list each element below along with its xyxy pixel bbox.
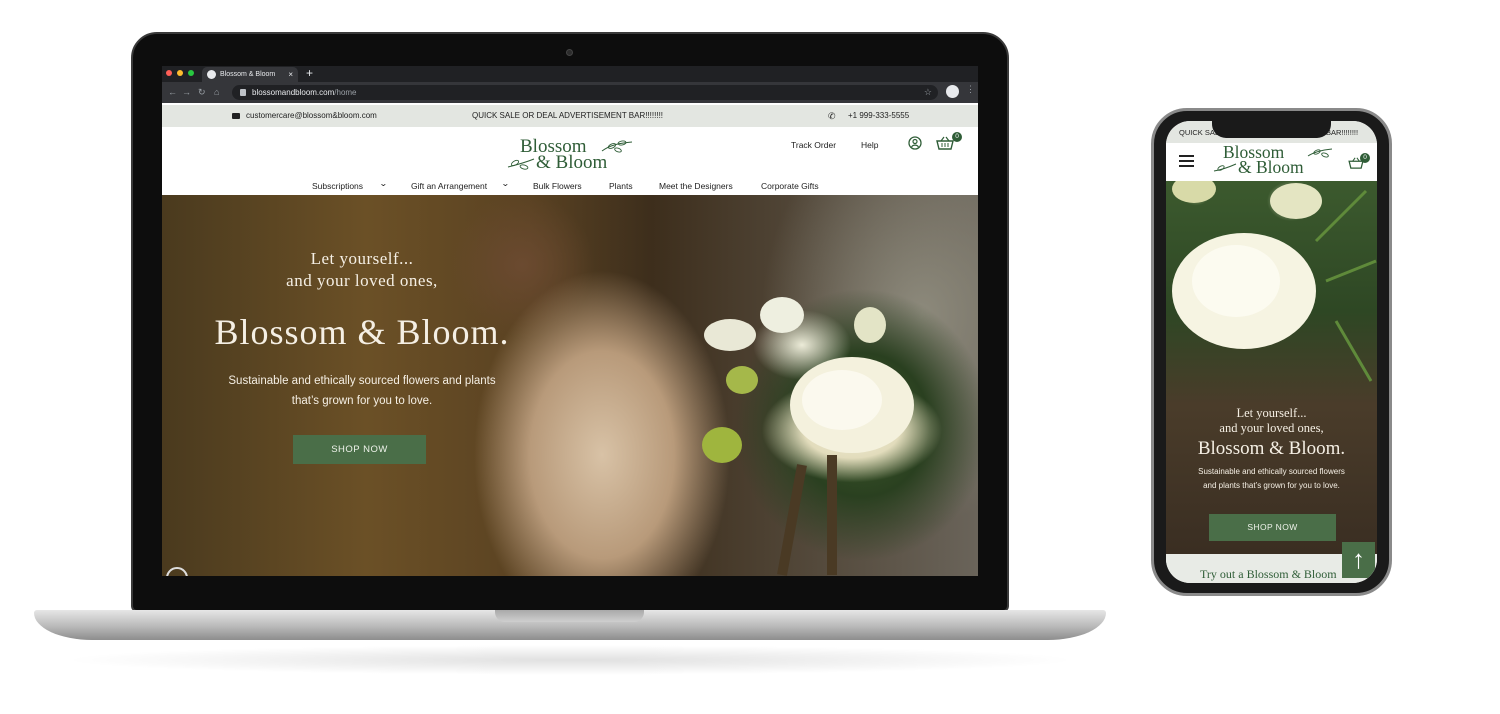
hero-flowers-image bbox=[702, 297, 914, 576]
tab-title: Blossom & Bloom bbox=[220, 71, 276, 78]
cart-count-badge: 0 bbox=[952, 132, 962, 142]
promo-text: QUICK SALE OR DEAL ADVERTISEMENT BAR!!!!… bbox=[472, 111, 664, 120]
contact-phone[interactable]: +1 999-333-5555 bbox=[848, 105, 909, 127]
url-path: /home bbox=[334, 88, 357, 97]
mobile-hero-tagline-line-2: and your loved ones, bbox=[1219, 421, 1324, 435]
account-icon[interactable] bbox=[908, 136, 922, 150]
phone-screen: QUICK SALE OR DEAL ADVERTISEMENT BAR!!!!… bbox=[1166, 121, 1377, 583]
mobile-brand-logo[interactable]: Blossom & Bloom bbox=[1212, 143, 1336, 180]
address-bar[interactable]: blossomandbloom.com/home ☆ bbox=[232, 85, 938, 100]
cart-count-badge: 0 bbox=[1360, 153, 1370, 163]
browser-menu-icon[interactable]: ⋮ bbox=[966, 84, 975, 95]
nav-meet-designers[interactable]: Meet the Designers bbox=[659, 181, 733, 191]
contact-email[interactable]: customercare@blossom&bloom.com bbox=[246, 105, 377, 127]
mobile-hero-title: Blossom & Bloom. bbox=[1197, 438, 1346, 459]
mobile-hero-banner: Let yourself... and your loved ones, Blo… bbox=[1166, 181, 1377, 554]
mockup-stage: Blossom & Bloom × + ← → ↻ ⌂ blossomandbl… bbox=[0, 0, 1500, 714]
nav-corporate-gifts[interactable]: Corporate Gifts bbox=[761, 181, 819, 191]
help-link[interactable]: Help bbox=[861, 140, 878, 150]
close-window-button[interactable] bbox=[166, 70, 172, 76]
envelope-icon bbox=[232, 113, 240, 119]
mobile-hero-flowers-image bbox=[1172, 181, 1377, 382]
nav-subscriptions[interactable]: Subscriptions bbox=[312, 181, 363, 191]
back-arrow-icon[interactable]: ← bbox=[168, 86, 177, 98]
leaf-sprig-icon bbox=[1307, 148, 1333, 158]
chevron-down-icon[interactable]: ⌄ bbox=[501, 179, 510, 188]
nav-bulk-flowers[interactable]: Bulk Flowers bbox=[533, 181, 582, 191]
hero-subtitle: Sustainable and ethically sourced flower… bbox=[228, 375, 496, 407]
tab-close-icon[interactable]: × bbox=[288, 67, 293, 82]
laptop-hinge-notch bbox=[495, 610, 644, 622]
mobile-section-heading: Try out a Blossom & Bloom bbox=[1200, 567, 1337, 581]
laptop-screen: Blossom & Bloom × + ← → ↻ ⌂ blossomandbl… bbox=[162, 66, 978, 576]
shop-now-button[interactable]: SHOP NOW bbox=[293, 435, 426, 464]
bookmark-star-icon[interactable]: ☆ bbox=[924, 85, 932, 100]
mobile-shop-now-button[interactable]: SHOP NOW bbox=[1209, 514, 1336, 541]
browser-tab[interactable]: Blossom & Bloom × bbox=[202, 67, 298, 82]
hero-banner: Let yourself... and your loved ones, Blo… bbox=[162, 195, 978, 576]
logo-line-2: & Bloom bbox=[1238, 157, 1304, 177]
laptop-camera bbox=[566, 49, 573, 56]
leaf-sprig-icon bbox=[1213, 163, 1237, 172]
maximize-window-button[interactable] bbox=[188, 70, 194, 76]
phone-notch bbox=[1212, 118, 1331, 138]
leaf-sprig-icon bbox=[601, 140, 633, 153]
browser-toolbar: ← → ↻ ⌂ blossomandbloom.com/home ☆ ⋮ bbox=[162, 82, 978, 103]
scroll-to-top-button[interactable]: ↑ bbox=[1342, 542, 1375, 578]
mobile-hero-tagline-line-1: Let yourself... bbox=[1236, 406, 1307, 420]
accessibility-icon[interactable] bbox=[166, 567, 188, 576]
new-tab-button[interactable]: + bbox=[306, 66, 313, 81]
favicon-icon bbox=[207, 70, 216, 79]
phone-icon: ✆ bbox=[828, 111, 836, 121]
laptop-shadow bbox=[60, 645, 1080, 675]
chevron-down-icon[interactable]: ⌄ bbox=[379, 179, 388, 188]
browser-tabbar: Blossom & Bloom × + bbox=[162, 66, 978, 82]
profile-avatar[interactable] bbox=[946, 85, 959, 98]
brand-logo[interactable]: Blossom & Bloom bbox=[506, 137, 636, 173]
nav-plants[interactable]: Plants bbox=[609, 181, 633, 191]
mobile-header: Blossom & Bloom 0 bbox=[1166, 143, 1377, 181]
main-nav: Subscriptions ⌄ Gift an Arrangement ⌄ Bu… bbox=[162, 179, 978, 195]
lock-icon bbox=[240, 89, 246, 96]
announcement-bar: customercare@blossom&bloom.com QUICK SAL… bbox=[162, 105, 978, 127]
home-icon[interactable]: ⌂ bbox=[214, 86, 219, 98]
minimize-window-button[interactable] bbox=[177, 70, 183, 76]
track-order-link[interactable]: Track Order bbox=[791, 140, 836, 150]
mobile-hero-subtitle: Sustainable and ethically sourced flower… bbox=[1198, 467, 1345, 490]
hero-tagline-line-1: Let yourself... bbox=[310, 249, 414, 268]
leaf-sprig-icon bbox=[507, 158, 535, 170]
url-domain: blossomandbloom.com bbox=[252, 88, 335, 97]
hero-title: Blossom & Bloom. bbox=[214, 312, 510, 352]
reload-icon[interactable]: ↻ bbox=[198, 86, 206, 98]
site-header: Blossom & Bloom Track Order Help 0 Subsc… bbox=[162, 127, 978, 195]
hamburger-menu-icon[interactable] bbox=[1179, 155, 1194, 167]
nav-gift-arrangement[interactable]: Gift an Arrangement bbox=[411, 181, 487, 191]
logo-line-2: & Bloom bbox=[536, 152, 608, 173]
hero-tagline-line-2: and your loved ones, bbox=[286, 271, 438, 290]
forward-arrow-icon[interactable]: → bbox=[182, 86, 191, 98]
